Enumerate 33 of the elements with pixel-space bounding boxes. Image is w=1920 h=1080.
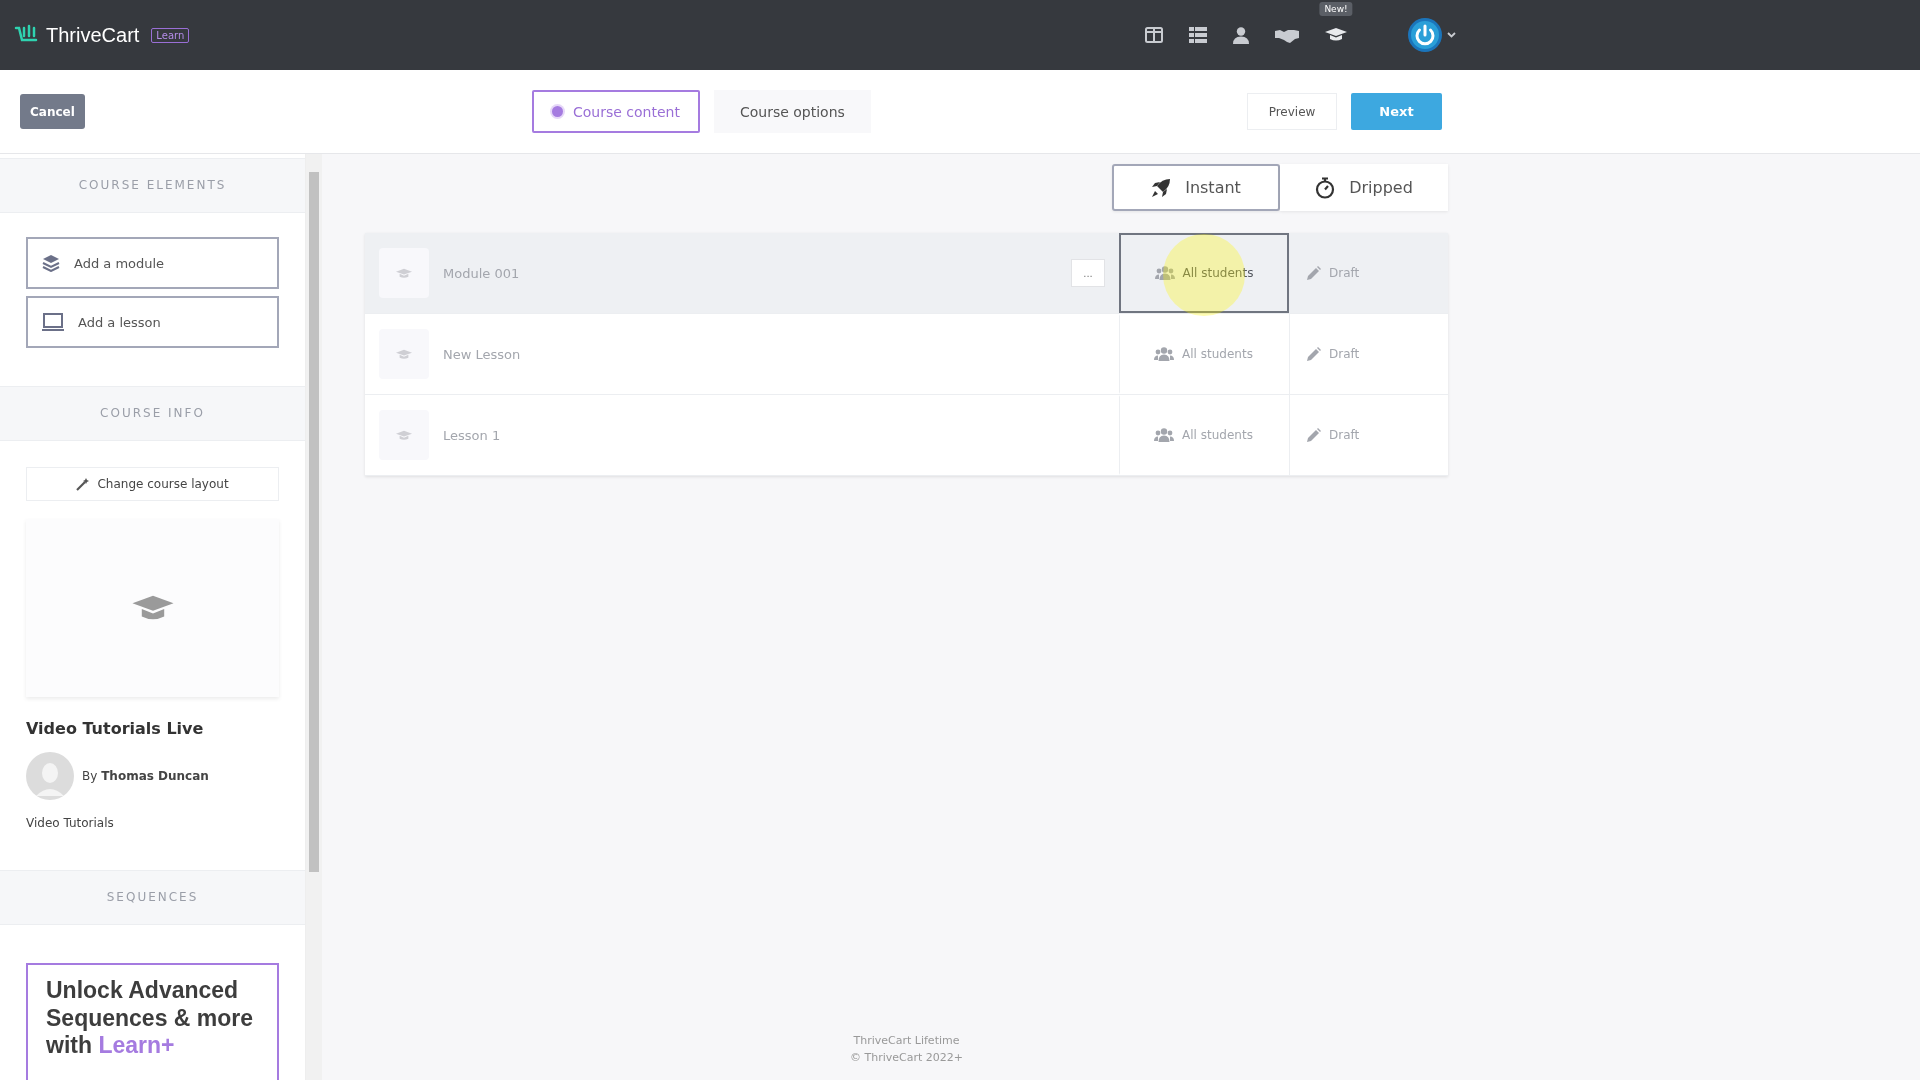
tab[interactable]: Course options <box>713 90 871 133</box>
product-badge: Learn <box>151 27 190 43</box>
section-header: COURSE ELEMENTS <box>0 158 306 213</box>
audience-cell[interactable]: All students <box>1119 395 1289 475</box>
course-title: Video Tutorials Live <box>26 719 205 738</box>
tab[interactable]: Course content <box>532 90 700 133</box>
next-button[interactable]: Next <box>1351 93 1442 130</box>
more-button[interactable]: ... <box>1071 259 1105 287</box>
course-row[interactable]: New Lesson All students Draft <box>365 314 1448 395</box>
course-row[interactable]: Lesson 1 All students Draft <box>365 395 1448 476</box>
footer-text: ThriveCart Lifetime <box>852 1033 961 1049</box>
item-title: Lesson 1 <box>443 427 502 443</box>
status-cell[interactable]: Draft <box>1289 395 1448 475</box>
course-category: Video Tutorials <box>26 816 115 830</box>
cancel-button[interactable]: Cancel <box>20 94 85 129</box>
add-button[interactable]: Add a module <box>26 237 280 289</box>
footer-text: © ThriveCart 2022+ <box>849 1050 964 1066</box>
preview-button[interactable]: Preview <box>1247 93 1337 130</box>
release-option[interactable]: Instant <box>1112 164 1280 211</box>
release-option[interactable]: Dripped <box>1280 164 1448 211</box>
status-cell[interactable]: Draft <box>1289 314 1448 394</box>
author-name: By Thomas Duncan <box>82 769 209 783</box>
brand-name: ThriveCart <box>46 23 140 47</box>
promo-headline: Unlock Advanced Sequences & more with Learn+ <box>46 977 255 1060</box>
audience-cell[interactable]: All students <box>1119 314 1289 394</box>
change-layout-button[interactable]: Change course layout <box>26 467 280 501</box>
status-cell[interactable]: Draft <box>1289 233 1448 313</box>
new-badge: New! <box>1319 2 1353 16</box>
section-header: COURSE INFO <box>0 386 306 441</box>
section-header: SEQUENCES <box>0 870 306 925</box>
add-button[interactable]: Add a lesson <box>26 296 280 348</box>
item-title: New Lesson <box>443 346 522 362</box>
item-title: Module 001 <box>443 265 521 281</box>
